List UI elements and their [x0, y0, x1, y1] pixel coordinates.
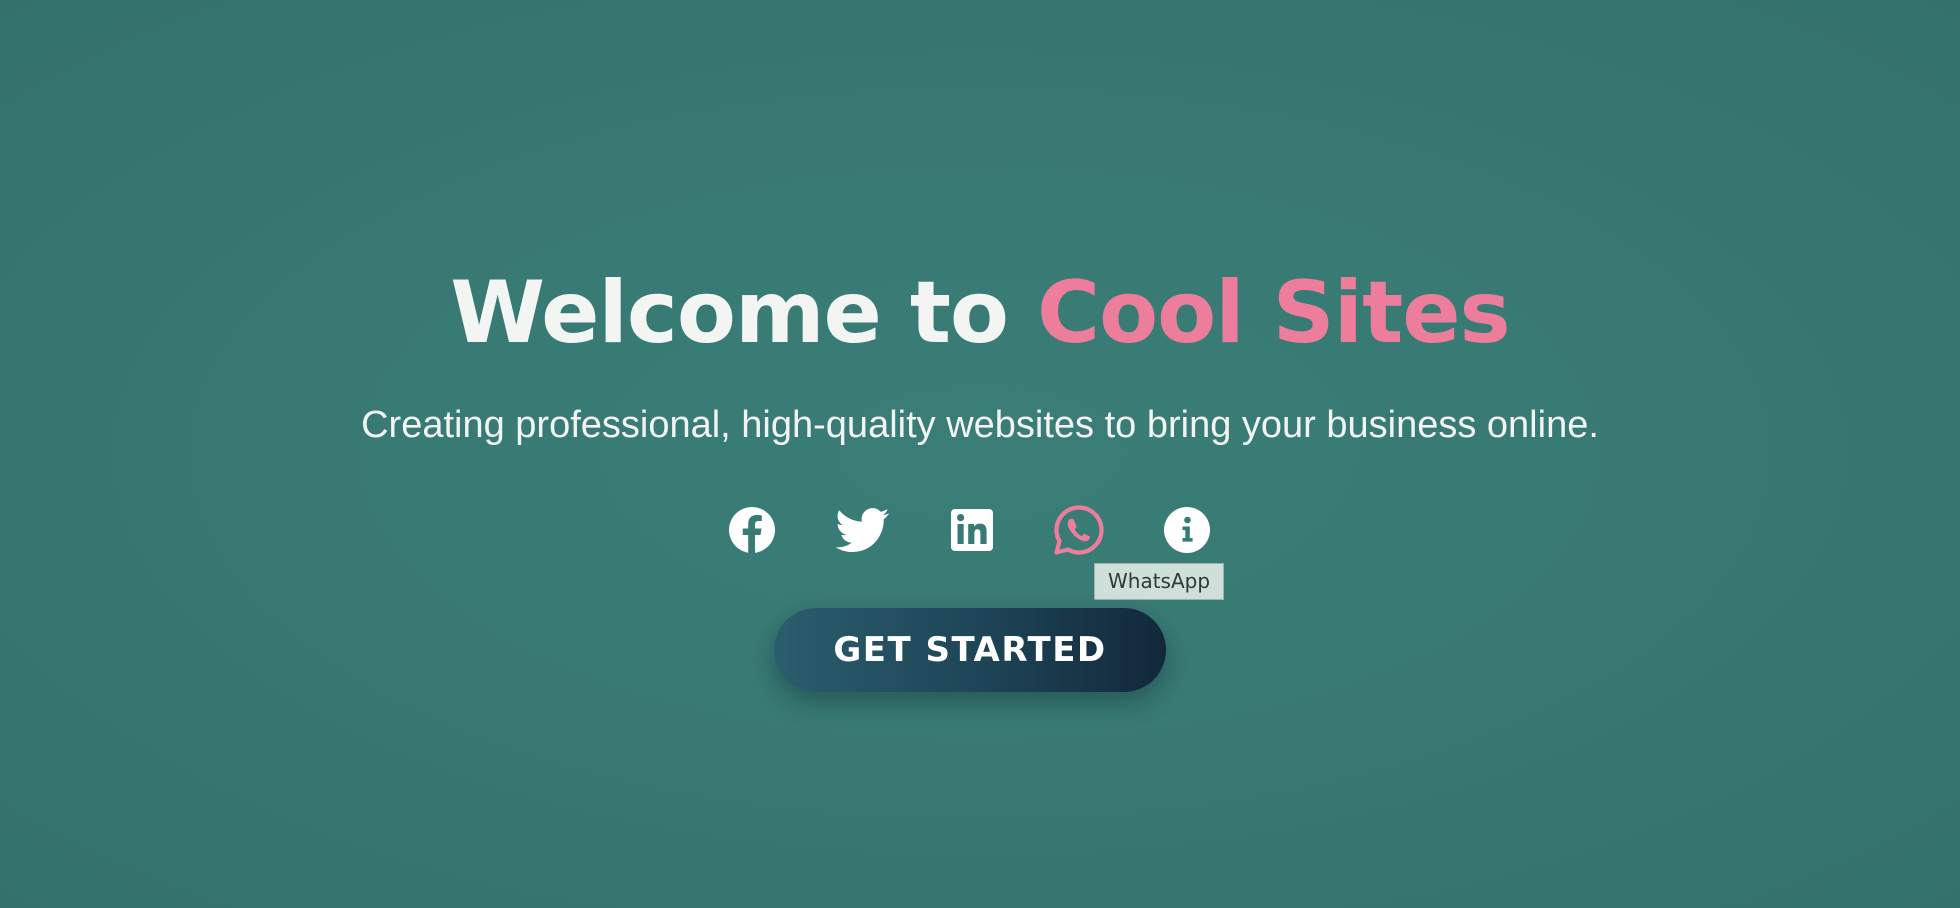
info-icon [1164, 507, 1210, 553]
whatsapp-icon [1054, 505, 1104, 555]
facebook-link[interactable] [725, 503, 779, 557]
social-links [0, 503, 1960, 557]
linkedin-icon [951, 509, 993, 551]
hero-title-prefix: Welcome to [450, 263, 1037, 363]
info-link[interactable] [1160, 503, 1214, 557]
twitter-link[interactable] [836, 503, 890, 557]
hero-title-accent: Cool Sites [1036, 263, 1511, 363]
linkedin-link[interactable] [945, 503, 999, 557]
facebook-icon [729, 507, 775, 553]
whatsapp-link[interactable] [1052, 503, 1106, 557]
hero-title: Welcome to Cool Sites [0, 258, 1960, 368]
hero-section: Welcome to Cool Sites Creating professio… [0, 0, 1960, 908]
hero-subtitle: Creating professional, high-quality webs… [361, 404, 1599, 446]
whatsapp-tooltip: WhatsApp [1094, 563, 1225, 600]
get-started-button[interactable]: GET STARTED [774, 608, 1166, 692]
twitter-icon [836, 508, 890, 553]
